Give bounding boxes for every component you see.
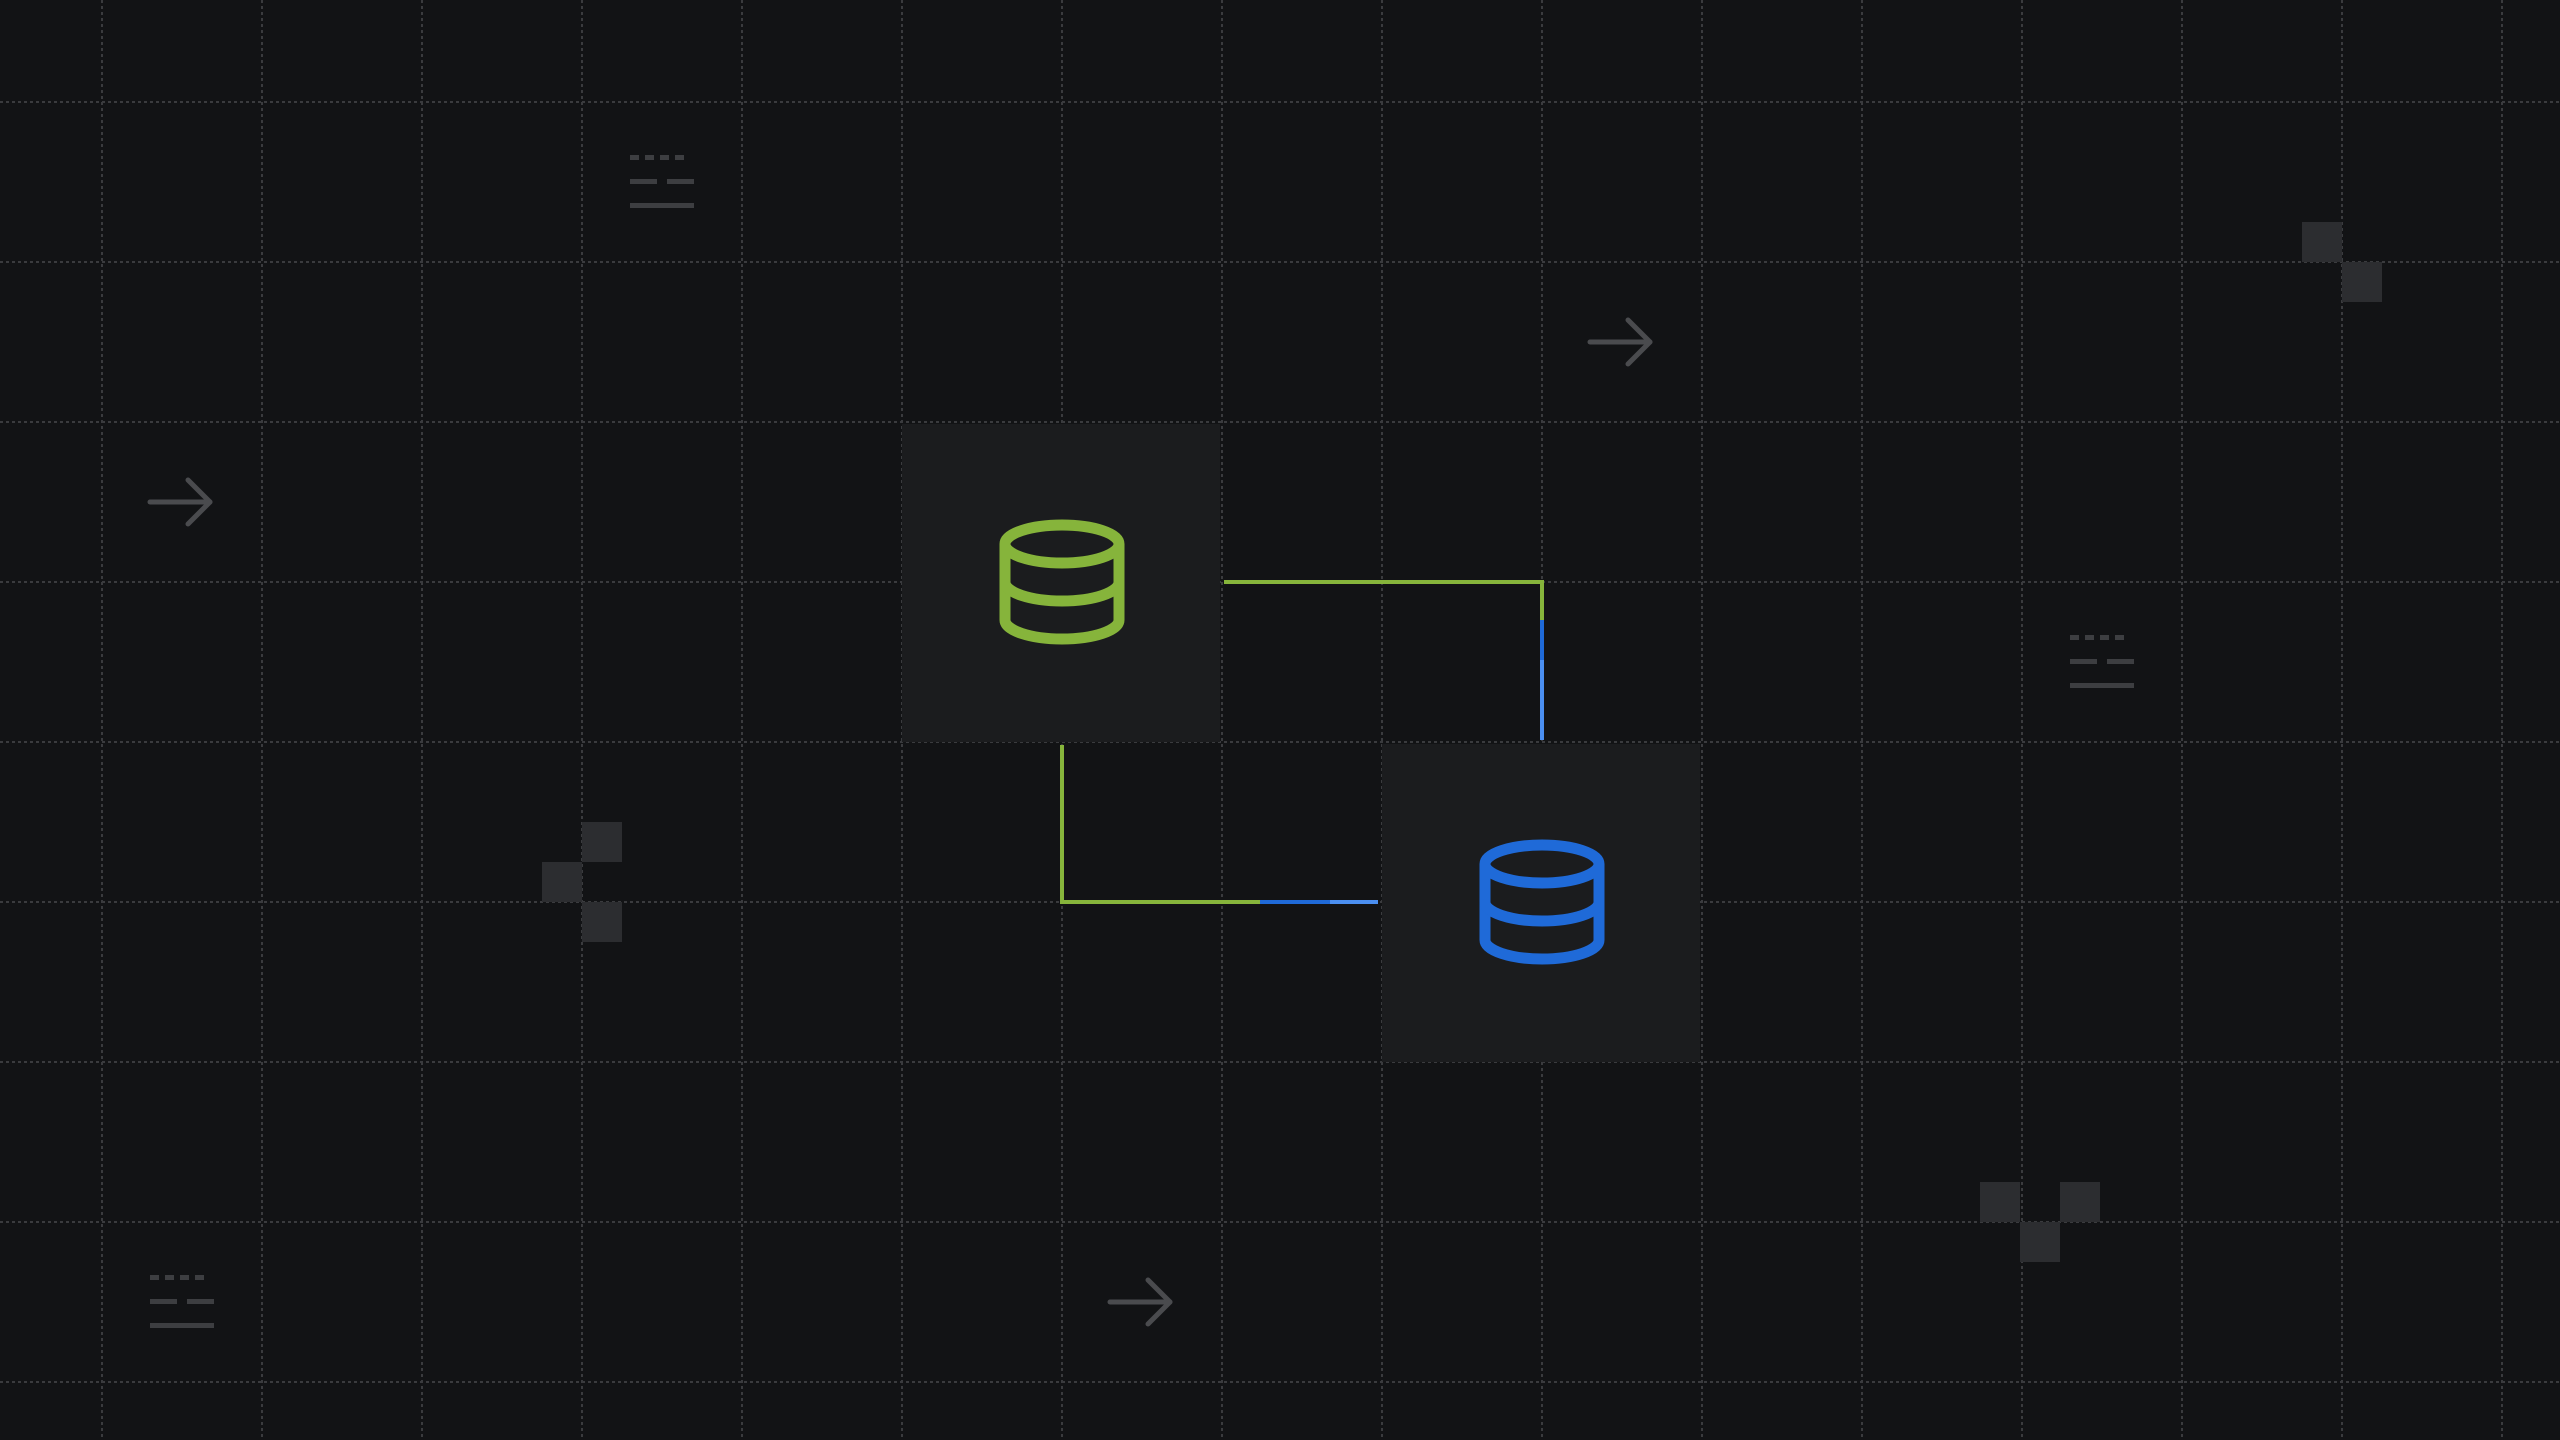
diagram-canvas	[0, 0, 2560, 1440]
diagram-svg	[0, 0, 2560, 1440]
target-database-tile	[1382, 744, 1700, 1062]
source-database-tile	[902, 424, 1220, 742]
canvas-background	[0, 0, 2560, 1440]
